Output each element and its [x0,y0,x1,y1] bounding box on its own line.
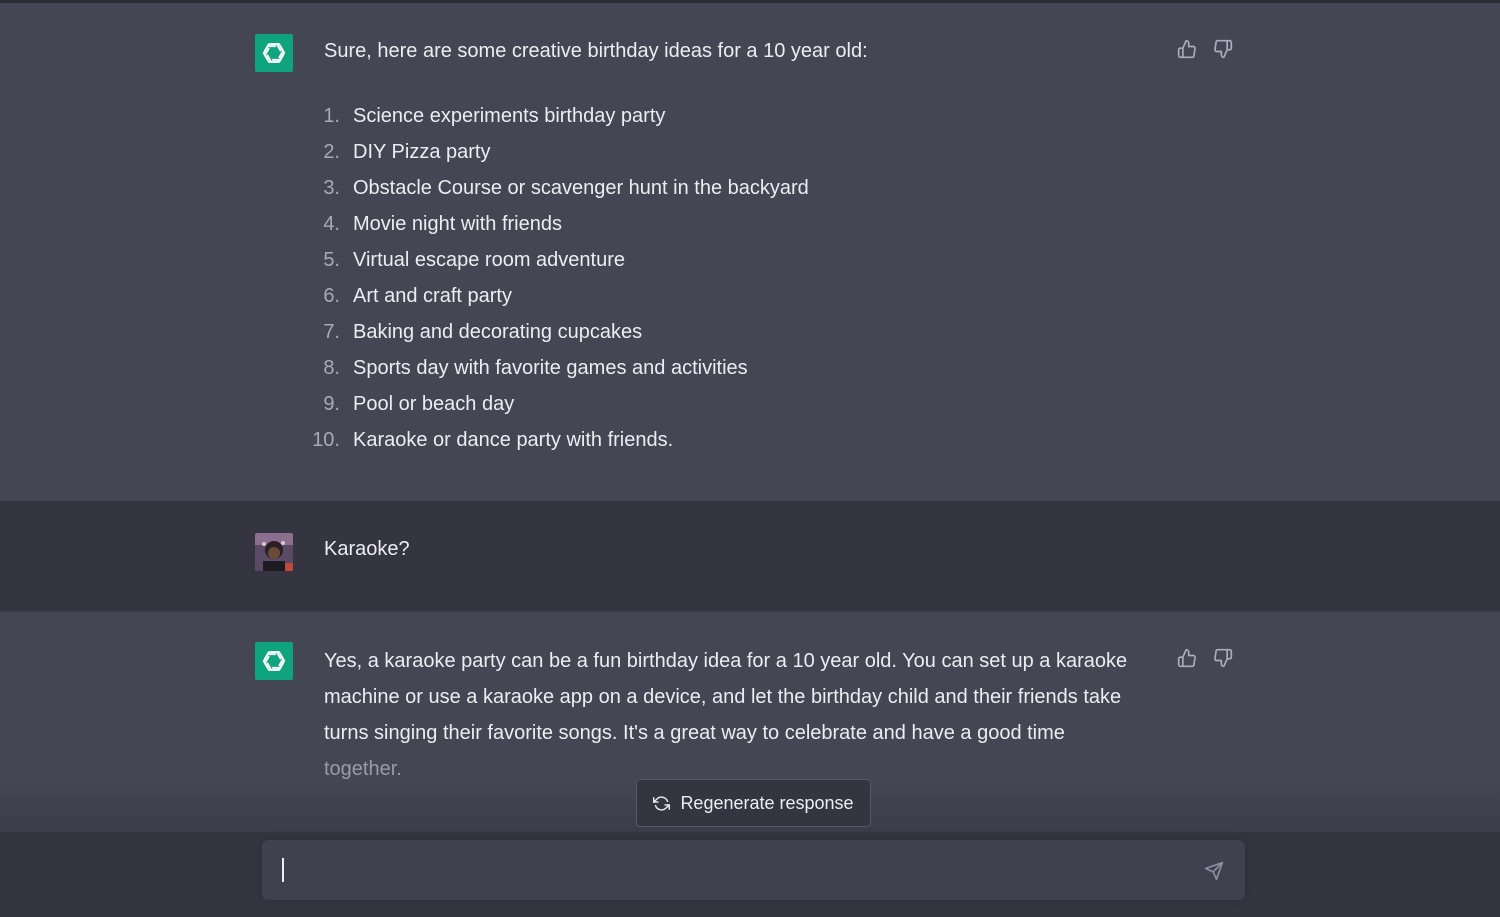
assistant-message-1: Sure, here are some creative birthday id… [0,3,1500,501]
list-item: 3. Obstacle Course or scavenger hunt in t… [300,170,809,206]
thumbs-down-icon[interactable] [1212,38,1234,60]
list-item: 2. DIY Pizza party [300,134,809,170]
list-text: Virtual escape room adventure [353,249,626,271]
user-message-1: Karaoke? [0,501,1500,611]
list-text: Karaoke or dance party with friends. [353,429,674,451]
list-item: 9. Pool or beach day [300,386,809,422]
openai-logo-icon [262,651,286,671]
response-line: machine or use a karaoke app on a device… [324,686,1122,708]
message-input[interactable] [262,840,1245,900]
regenerate-label: Regenerate response [680,792,854,813]
list-item: 4. Movie night with friends [300,206,809,242]
refresh-icon [653,795,671,811]
list-item: 5. Virtual escape room adventure [300,242,809,278]
assistant-response-text: Yes, a karaoke party can be a fun birthd… [324,643,1127,787]
list-number: 6. [323,285,340,307]
paper-plane-icon [1204,861,1224,881]
feedback-buttons-2 [1176,647,1234,669]
user-avatar [255,533,293,571]
list-number: 5. [323,249,340,271]
list-text: Sports day with favorite games and activ… [353,357,748,379]
list-text: Pool or beach day [353,393,515,415]
assistant-intro-text: Sure, here are some creative birthday id… [324,40,868,62]
assistant-avatar [255,642,293,680]
list-text: DIY Pizza party [353,141,491,163]
feedback-buttons-1 [1176,38,1234,60]
list-item: 7. Baking and decorating cupcakes [300,314,809,350]
user-message-text: Karaoke? [324,538,410,560]
list-item: 10. Karaoke or dance party with friends. [300,422,809,458]
assistant-avatar [255,34,293,72]
thumbs-up-icon[interactable] [1176,647,1198,669]
list-number: 1. [323,105,340,127]
regenerate-response-button[interactable]: Regenerate response [636,779,871,827]
list-number: 7. [323,321,340,343]
thumbs-down-icon[interactable] [1212,647,1234,669]
response-line: Yes, a karaoke party can be a fun birthd… [324,650,1128,672]
list-number: 10. [312,429,340,451]
list-text: Baking and decorating cupcakes [353,321,643,343]
list-text: Obstacle Course or scavenger hunt in the… [353,177,809,199]
thumbs-up-icon[interactable] [1176,38,1198,60]
list-text: Movie night with friends [353,213,562,235]
list-number: 9. [323,393,340,415]
chat-page: Sure, here are some creative birthday id… [0,0,1500,917]
list-number: 4. [323,213,340,235]
birthday-ideas-list: 1. Science experiments birthday party 2. D… [300,98,809,458]
list-text: Art and craft party [353,285,512,307]
send-button[interactable] [1203,860,1225,882]
user-photo-icon [255,533,293,571]
response-line: turns singing their favorite songs. It's… [324,722,1065,744]
text-caret [282,858,284,882]
list-number: 2. [323,141,340,163]
list-number: 3. [323,177,340,199]
list-item: 6. Art and craft party [300,278,809,314]
list-item: 1. Science experiments birthday party [300,98,809,134]
list-item: 8. Sports day with favorite games and act… [300,350,809,386]
list-text: Science experiments birthday party [353,105,666,127]
openai-logo-icon [262,43,286,63]
list-number: 8. [323,357,340,379]
